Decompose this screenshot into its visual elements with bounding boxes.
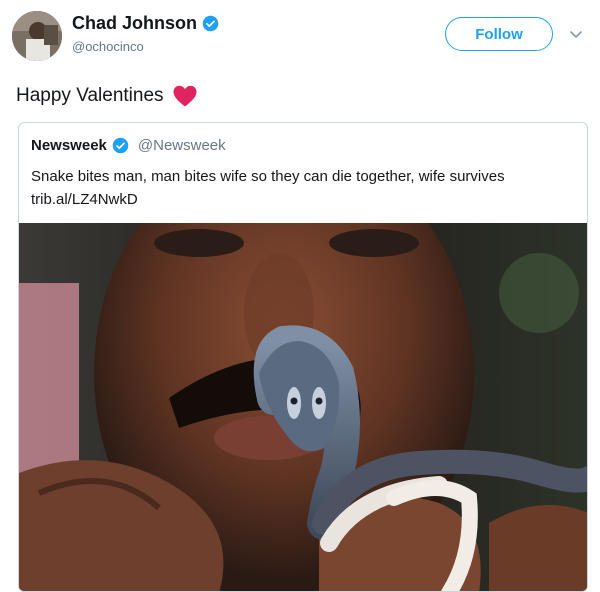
quoted-tweet[interactable]: Newsweek @Newsweek Snake bites man, man … [18, 122, 588, 592]
avatar[interactable] [12, 11, 62, 61]
verified-badge-icon [112, 137, 129, 154]
author-handle[interactable]: @ochocinco [72, 39, 144, 54]
quoted-tweet-header: Newsweek @Newsweek [31, 137, 226, 154]
quoted-tweet-text: Snake bites man, man bites wife so they … [31, 168, 505, 208]
verified-badge-icon [202, 15, 219, 32]
author-name[interactable]: Chad Johnson [72, 13, 197, 34]
red-heart-icon [172, 84, 198, 108]
author-name-row: Chad Johnson [72, 13, 219, 34]
quoted-tweet-photo[interactable] [19, 143, 587, 591]
tweet-body: Happy Valentines [16, 85, 164, 106]
tweet-text: Happy Valentines [16, 84, 198, 108]
quoted-author-handle: @Newsweek [137, 137, 226, 154]
chevron-down-icon[interactable] [568, 26, 584, 42]
follow-button[interactable]: Follow [445, 17, 553, 51]
quoted-author-name: Newsweek [31, 137, 107, 154]
